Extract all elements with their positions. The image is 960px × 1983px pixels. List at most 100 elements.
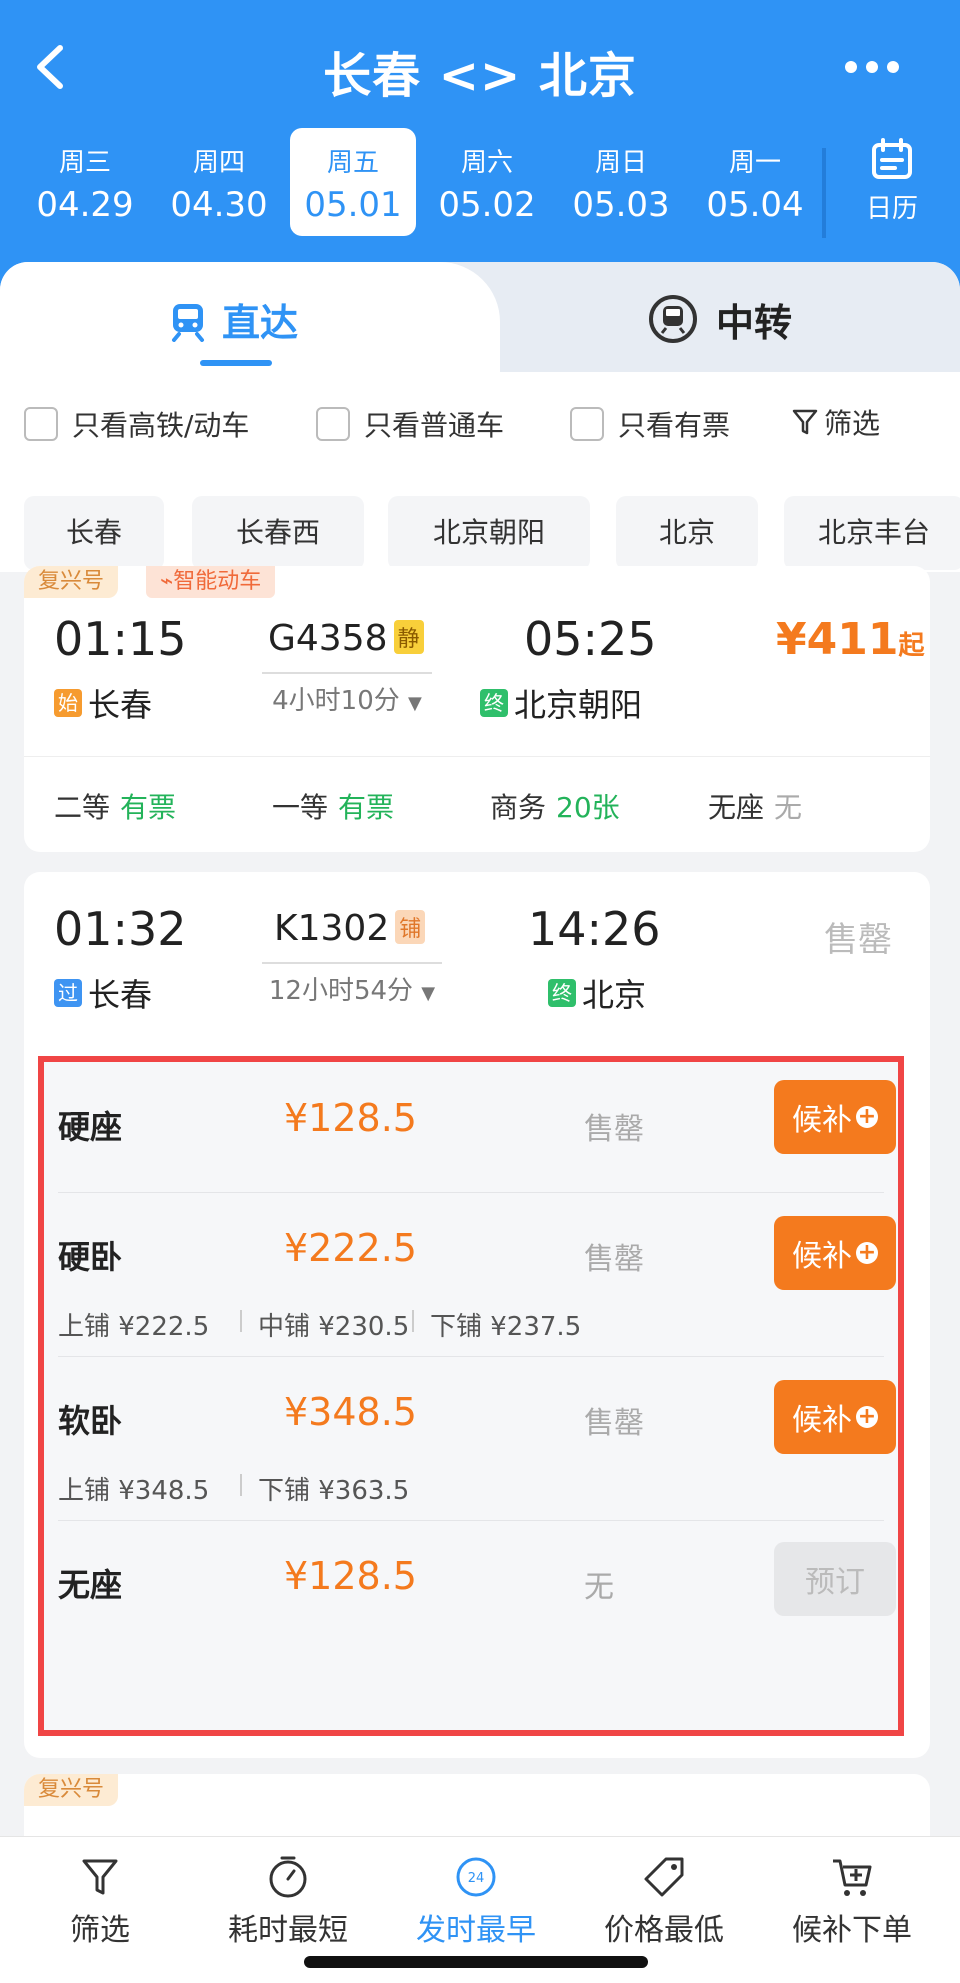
waitlist-button[interactable]: 候补 + [774, 1380, 896, 1454]
date-item[interactable]: 周一 05.04 [692, 128, 818, 236]
station-chip[interactable]: 北京丰台 [784, 496, 960, 570]
date-weekday: 周一 [728, 148, 781, 178]
home-indicator [304, 1956, 648, 1968]
date-selector: 周三 04.29 周四 04.30 周五 05.01 周六 05.02 周日 0… [0, 128, 960, 238]
station-chip[interactable]: 北京朝阳 [388, 496, 590, 570]
tab-direct[interactable]: 直达 [0, 262, 500, 372]
bottom-nav-waitlist[interactable]: 候补下单 [762, 1847, 942, 1949]
chevron-down-icon: ▼ [408, 693, 422, 714]
station-name: 长春 [88, 686, 153, 724]
checkbox-box [24, 407, 58, 441]
seat-row-status: 售罄 [584, 1406, 644, 1441]
date-weekday: 周六 [460, 148, 513, 178]
duration-text: 12小时54分 [268, 976, 414, 1006]
seat-row-status: 售罄 [584, 1112, 644, 1147]
seat-row-name: 软卧 [58, 1402, 123, 1440]
berth-separator [412, 1310, 414, 1332]
fuxing-tag: 复兴号 [24, 1774, 119, 1806]
tab-transfer-label: 中转 [716, 301, 793, 345]
page-title: 长春 <> 北京 [323, 48, 637, 104]
date-item[interactable]: 周日 05.03 [558, 128, 684, 236]
bottom-nav-label: 筛选 [70, 1913, 130, 1948]
bottom-nav-cheapest[interactable]: 价格最低 [574, 1847, 754, 1949]
station-chip[interactable]: 长春西 [192, 496, 364, 570]
station-name: 北京朝阳 [514, 686, 643, 724]
seat-class: 二等 有票 [54, 786, 176, 826]
waitlist-button[interactable]: 候补 + [774, 1216, 896, 1290]
funnel-icon [792, 409, 818, 435]
stopwatch-icon [269, 1856, 307, 1898]
waitlist-button-label: 候补 [792, 1403, 852, 1438]
smart-train-icon: ⌁ [160, 569, 174, 594]
price-value: ¥411 [776, 614, 899, 665]
seat-row-status: 无 [584, 1570, 614, 1605]
waitlist-button[interactable]: 候补 + [774, 1080, 896, 1154]
date-value: 05.03 [572, 185, 670, 225]
smart-train-tag: ⌁智能动车 [146, 566, 276, 598]
filter-putong-checkbox[interactable]: 只看普通车 [316, 404, 504, 444]
berth-price: 中铺 ¥230.5 [258, 1312, 410, 1342]
duration[interactable]: 4小时10分 ▼ [262, 672, 432, 717]
seat-name: 商务 [490, 791, 547, 824]
filter-youpiao-checkbox[interactable]: 只看有票 [570, 404, 730, 444]
date-item-selected[interactable]: 周五 05.01 [290, 128, 416, 236]
date-weekday: 周四 [192, 148, 245, 178]
end-badge: 终 [480, 689, 508, 717]
divider [24, 756, 930, 757]
duration-text: 4小时10分 [272, 686, 400, 716]
bottom-nav-shortest[interactable]: 耗时最短 [198, 1847, 378, 1949]
checkbox-label: 只看普通车 [364, 409, 505, 442]
seat-availability: 无 [774, 791, 803, 824]
seat-row-yingzuo: 硬座 ¥128.5 售罄 候补 + [44, 1062, 898, 1192]
date-item[interactable]: 周三 04.29 [22, 128, 148, 236]
price: ¥411起 [776, 614, 924, 665]
train-number-text: G4358 [268, 618, 388, 659]
bottom-nav-earliest[interactable]: 24 发时最早 [386, 1847, 566, 1949]
date-value: 04.29 [36, 185, 134, 225]
train-card-g4358[interactable]: 复兴号 ⌁智能动车 01:15 G4358 静 4小时10分 ▼ 05:25 ¥4… [24, 566, 930, 852]
tab-underline [200, 360, 272, 366]
seat-row-price: ¥348.5 [284, 1390, 417, 1434]
bottom-nav-filter[interactable]: 筛选 [10, 1847, 190, 1949]
sold-out-status: 售罄 [824, 920, 892, 960]
station-chip[interactable]: 长春 [24, 496, 164, 570]
price-tag-icon [644, 1857, 684, 1897]
price-suffix: 起 [898, 631, 925, 661]
svg-text:24: 24 [468, 1871, 485, 1886]
berth-separator [240, 1310, 242, 1332]
filter-gaotie-checkbox[interactable]: 只看高铁/动车 [24, 404, 249, 444]
train-icon [172, 304, 204, 342]
seat-row-ruanwo: 软卧 ¥348.5 售罄 候补 + 上铺 ¥348.5 下铺 ¥363.5 [44, 1356, 898, 1520]
nav-bar: 长春 <> 北京 [0, 0, 960, 130]
date-value: 04.30 [170, 185, 268, 225]
seat-availability: 有票 [338, 791, 395, 824]
calendar-icon [872, 138, 912, 179]
checkbox-box [316, 407, 350, 441]
date-item[interactable]: 周六 05.02 [424, 128, 550, 236]
more-icon[interactable] [844, 60, 900, 74]
berth-price: 上铺 ¥222.5 [58, 1312, 210, 1342]
arrival-station: 终北京 [548, 970, 646, 1016]
duration[interactable]: 12小时54分 ▼ [262, 962, 442, 1007]
book-button[interactable]: 预订 [774, 1542, 896, 1616]
date-item[interactable]: 周四 04.30 [156, 128, 282, 236]
seat-row-name: 无座 [58, 1566, 123, 1604]
seat-row-name: 硬卧 [58, 1238, 123, 1276]
fuxing-tag: 复兴号 [24, 566, 119, 598]
end-badge: 终 [548, 979, 576, 1007]
station-filter-row: 长春 长春西 北京朝阳 北京 北京丰台 [0, 462, 960, 572]
berth-separator [240, 1474, 242, 1496]
seat-row-price: ¥128.5 [284, 1554, 417, 1598]
arrival-station: 终北京朝阳 [480, 680, 642, 726]
smart-train-label: 智能动车 [173, 569, 262, 594]
plus-icon: + [856, 1104, 878, 1129]
seat-class: 商务 20张 [490, 786, 620, 826]
train-number-text: K1302 [274, 908, 390, 949]
calendar-divider [822, 148, 826, 238]
seat-class: 无座无 [708, 786, 802, 826]
date-weekday: 周日 [594, 148, 647, 178]
filter-button[interactable]: 筛选 [792, 402, 880, 442]
departure-time: 01:15 [54, 612, 187, 666]
station-chip[interactable]: 北京 [616, 496, 758, 570]
calendar-button[interactable]: 日历 [830, 138, 954, 225]
